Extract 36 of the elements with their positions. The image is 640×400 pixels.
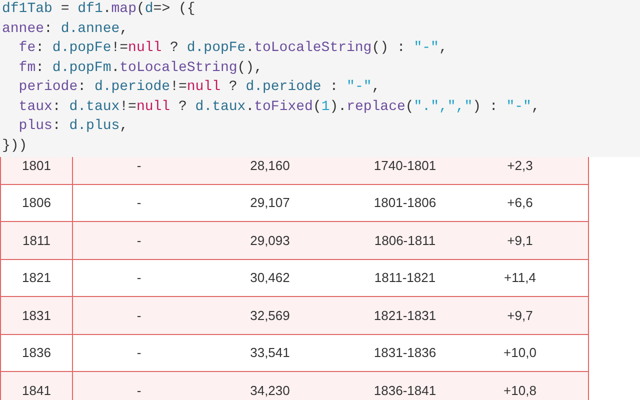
- table-cell: 1841: [1, 372, 73, 400]
- table-cell: 1806: [1, 184, 73, 221]
- table-cell-text: 30,462: [249, 269, 291, 288]
- table-cell-text: 1821-1831: [372, 306, 438, 325]
- code-block: df1Tab = df1.map(d=> ({ annee: d.annee, fe: d.popFe!=null ? d.popFe.toLocaleString() : "-", fm: d.popFm.toLocaleString(), periode: d.periode!=null ? d.periode : "-", taux: d.taux!=null ? d.taux.toFixed(1).replace(".",",") : "-", plus: d.plus, })): [0, 0, 640, 157]
- table-cell: 1811: [1, 222, 73, 258]
- table-cell-text: 32,569: [249, 306, 291, 325]
- table-cell-text: -: [136, 269, 142, 288]
- table-cell-text: 34,230: [249, 382, 291, 400]
- table-cell-text: +11,4: [503, 269, 537, 288]
- table-cell-text: -: [136, 306, 142, 325]
- table-cell-text: 1806-1811: [373, 232, 437, 250]
- table-cell-text: +2,3: [506, 157, 534, 175]
- table-cell-text: -: [136, 194, 142, 212]
- table-cell-text: -: [136, 382, 142, 400]
- table-cell-text: 1831-1836: [372, 344, 438, 362]
- table-cell-text: +9,1: [506, 232, 534, 250]
- table-cell: 1831: [1, 297, 73, 334]
- table-cell-text: 33,541: [249, 344, 291, 362]
- table-cell-text: +6,6: [506, 194, 534, 212]
- table-cell-text: +10,0: [502, 344, 538, 362]
- table-cell-text: 29,093: [249, 232, 291, 250]
- table-cell-text: -: [136, 232, 142, 250]
- table-cell-text: -: [136, 344, 142, 362]
- table-cell: 1821: [1, 260, 73, 296]
- table-cell-text: 29,107: [249, 194, 291, 212]
- table-cell: 1836: [1, 334, 73, 371]
- table-cell-text: +10,8: [502, 382, 538, 400]
- table-cell-text: 1836-1841: [372, 382, 438, 400]
- table-cell: 1801: [1, 157, 73, 184]
- table-cell-text: +9,7: [506, 306, 534, 325]
- table-cell-text: 1740-1801: [372, 157, 438, 175]
- table-cell-text: 28,160: [249, 157, 291, 175]
- table-cell-text: 1811-1821: [373, 269, 437, 288]
- table-cell-text: -: [136, 157, 142, 175]
- table-cell-text: 1801-1806: [372, 194, 438, 212]
